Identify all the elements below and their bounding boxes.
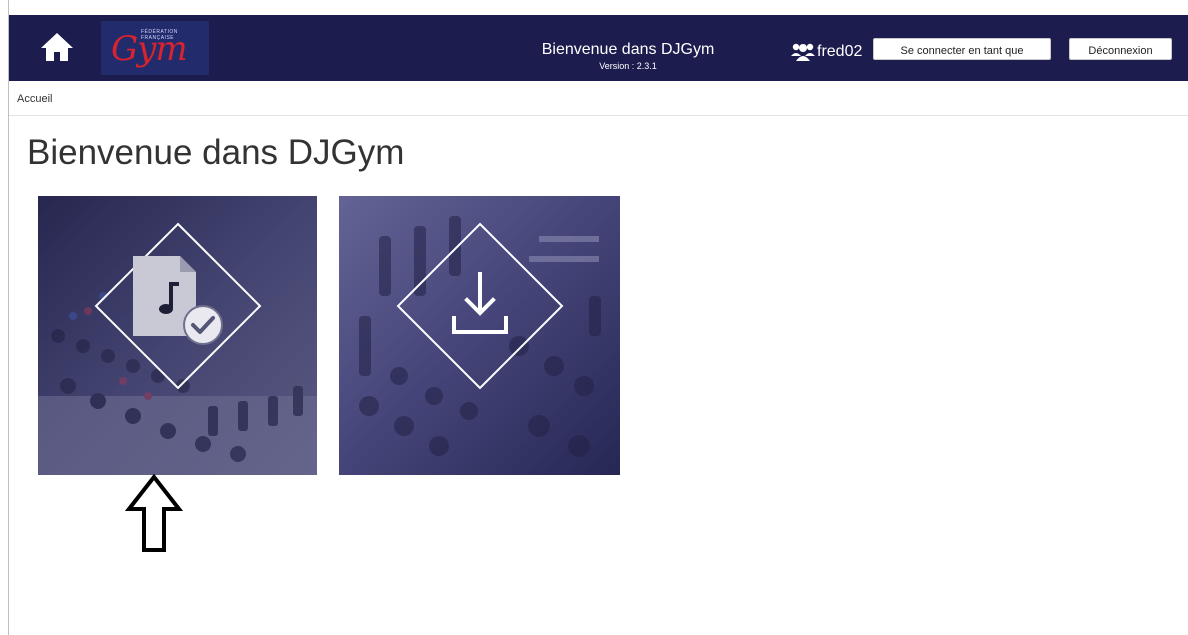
gym-logo[interactable]: FÉDÉRATION FRANÇAISE Gym — [101, 21, 209, 75]
logout-button[interactable]: Déconnexion — [1069, 38, 1172, 60]
app-version: Version : 2.3.1 — [599, 61, 657, 71]
tile-music-check-graphic — [38, 196, 317, 475]
home-icon — [41, 33, 73, 61]
tile-music-check[interactable] — [38, 196, 317, 475]
app-title: Bienvenue dans DJGym — [541, 41, 715, 58]
breadcrumb-home[interactable]: Accueil — [17, 93, 52, 105]
username: fred02 — [817, 43, 863, 60]
users-icon — [791, 43, 815, 61]
user-menu[interactable]: fred02 — [790, 40, 862, 64]
home-button[interactable] — [39, 31, 75, 63]
window-left-border — [8, 0, 9, 635]
arrow-up-icon — [124, 474, 184, 552]
page-title: Bienvenue dans DJGym — [27, 133, 405, 172]
tile-download[interactable] — [339, 196, 620, 475]
logo-text: Gym — [111, 29, 188, 69]
tile-download-graphic — [339, 196, 620, 475]
impersonate-button[interactable]: Se connecter en tant que — [873, 38, 1051, 60]
header-bar: FÉDÉRATION FRANÇAISE Gym Bienvenue dans … — [9, 15, 1188, 81]
breadcrumb-divider — [9, 115, 1188, 116]
